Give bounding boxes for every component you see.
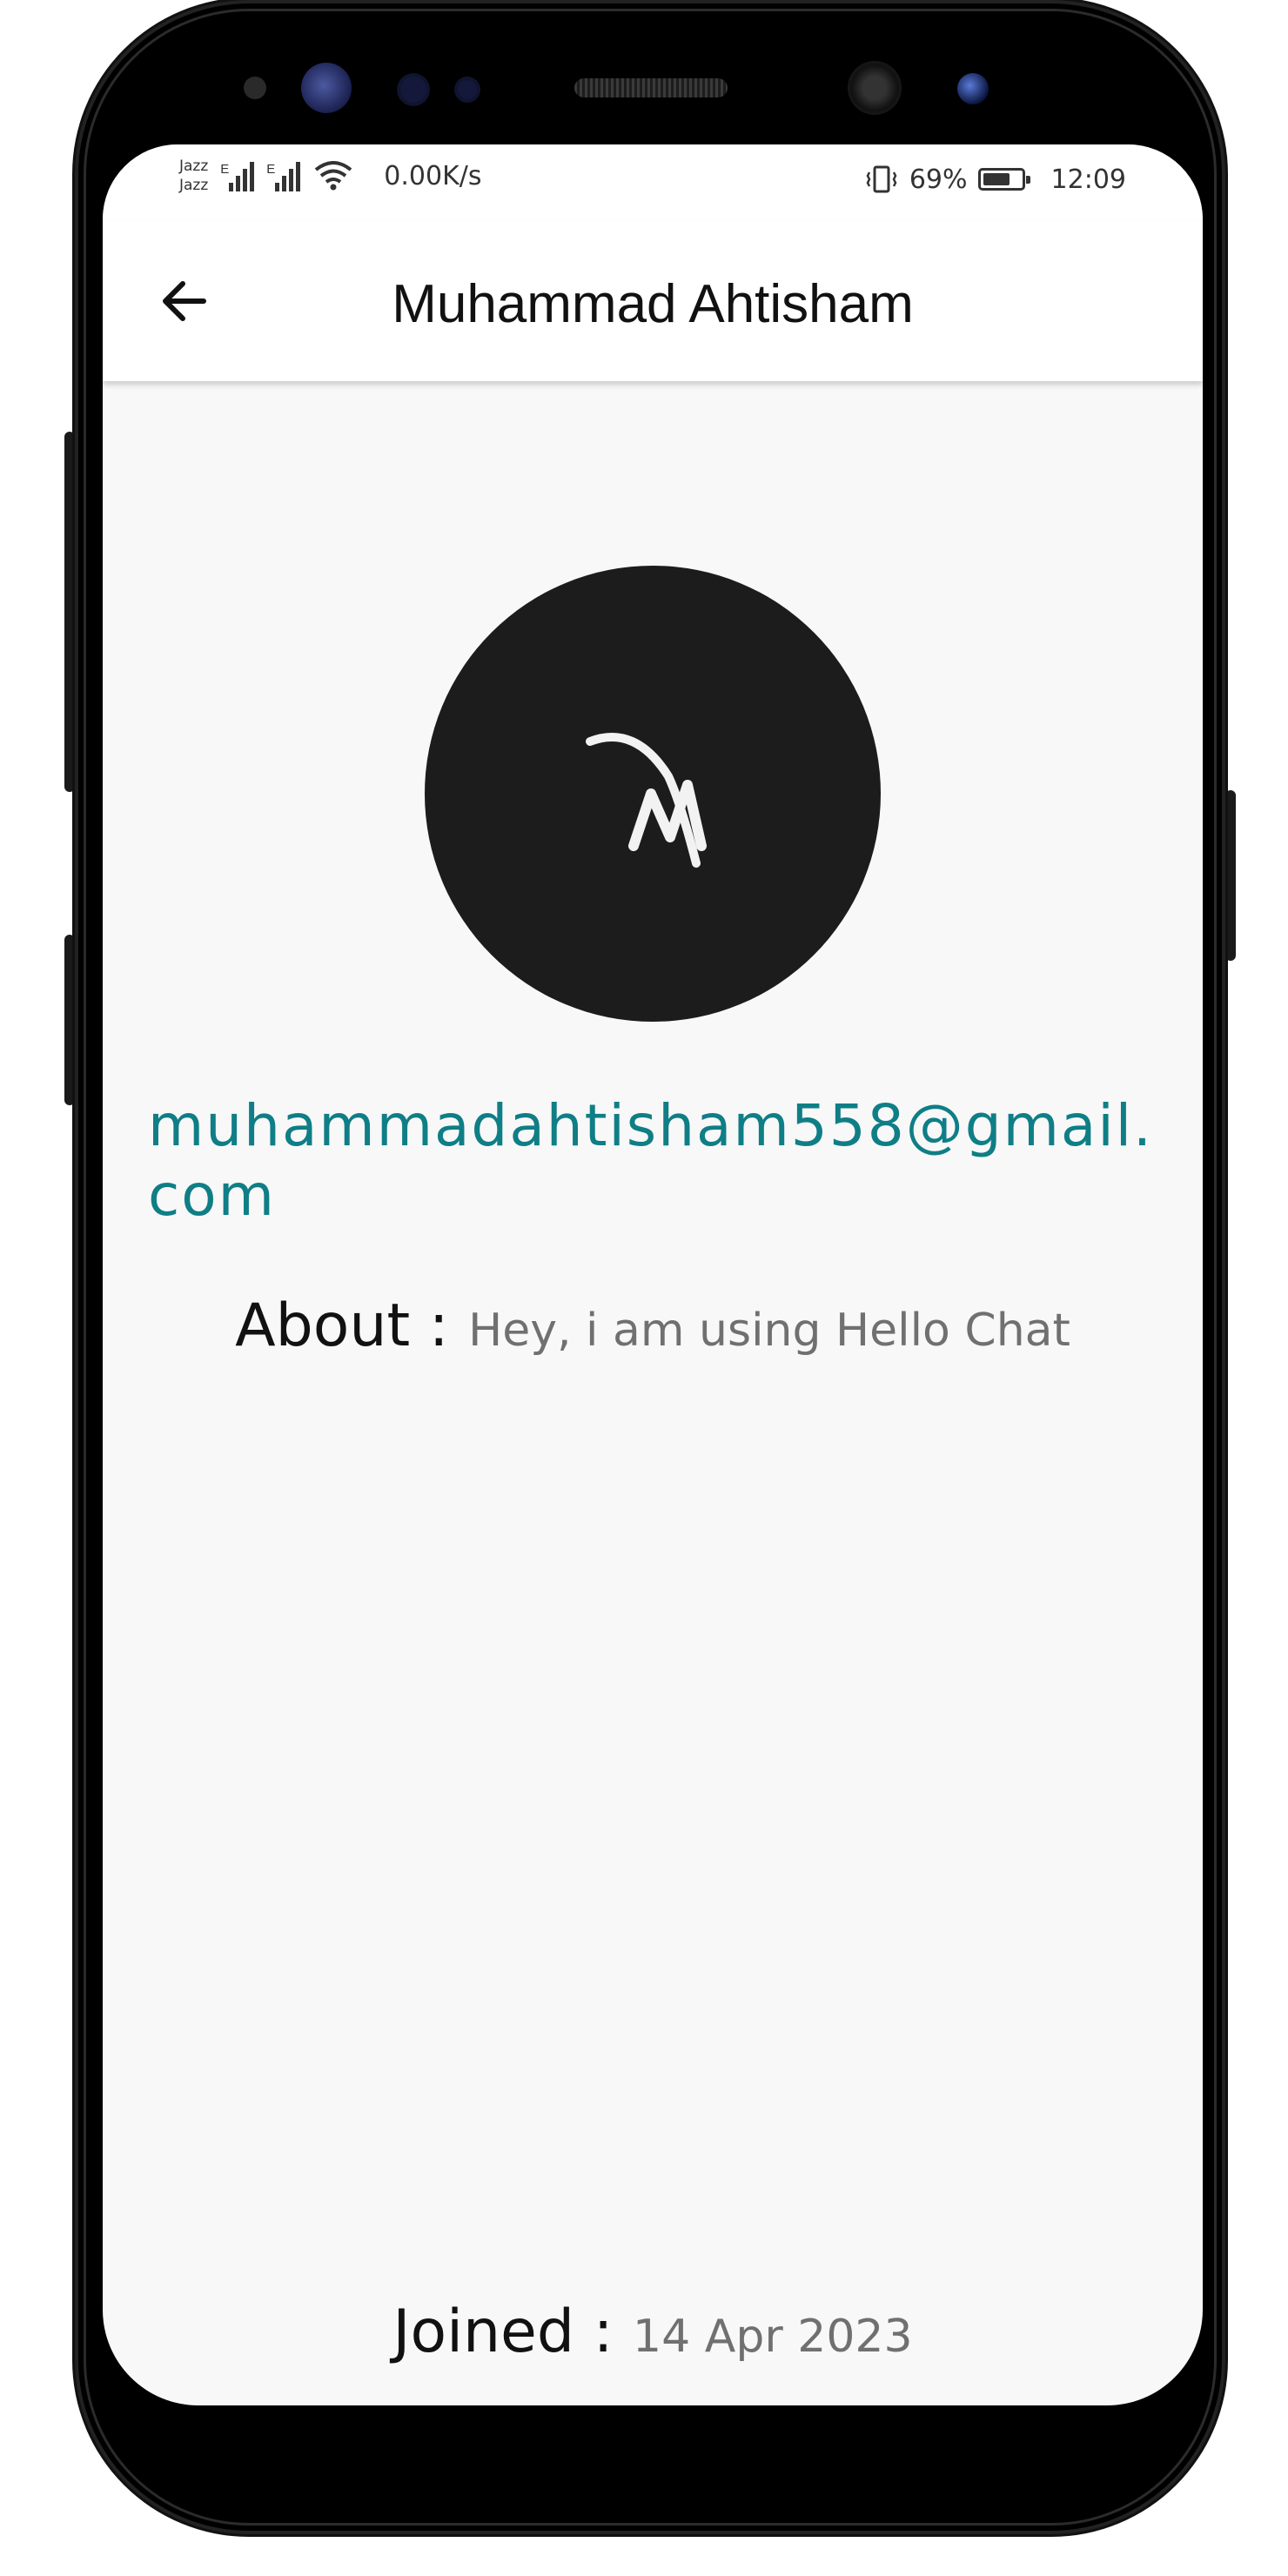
battery-icon: [977, 168, 1030, 191]
signal-1-icon: E: [220, 160, 255, 191]
ambient-sensor: [458, 80, 477, 99]
page-title: Muhammad Ahtisham: [392, 274, 914, 334]
profile-avatar[interactable]: [425, 566, 881, 1022]
profile-email: muhammadahtisham558@gmail.com: [148, 1092, 1154, 1229]
status-bar-right: 69% 12:09: [864, 164, 1126, 195]
carrier-1-name: Jazz: [179, 158, 209, 175]
light-sensor: [400, 77, 426, 103]
front-camera: [848, 61, 902, 115]
joined-label: Joined :: [392, 2298, 614, 2366]
app-bar: Muhammad Ahtisham: [103, 221, 1203, 381]
phone-power-button: [1225, 790, 1236, 961]
net-type-2: E: [266, 162, 276, 177]
status-bar-left: Jazz Jazz E E 0.00K/s: [179, 157, 482, 195]
about-value: Hey, i am using Hello Chat: [468, 1305, 1070, 1357]
proximity-sensor: [244, 77, 266, 99]
earpiece-speaker: [574, 78, 728, 97]
phone-volume-up-button: [64, 432, 75, 792]
joined-value: 14 Apr 2023: [633, 2311, 913, 2363]
carrier-2-name: Jazz: [179, 177, 209, 194]
wifi-icon: [315, 161, 352, 191]
avatar-logo-icon: [586, 733, 707, 868]
battery-percent: 69%: [909, 164, 968, 195]
vibrate-icon: [866, 165, 897, 193]
about-row: About : Hey, i am using Hello Chat: [103, 1291, 1203, 1360]
iris-scanner: [301, 63, 352, 113]
about-label: About :: [235, 1291, 449, 1360]
clock: 12:09: [1050, 164, 1126, 195]
phone-volume-down-button: [64, 935, 75, 1105]
phone-screen: Jazz Jazz E E 0.00K/s 69% 12:09 Muhammad…: [103, 144, 1203, 2405]
signal-2-icon: E: [266, 160, 301, 191]
net-type-1: E: [220, 162, 230, 177]
status-bar: Jazz Jazz E E 0.00K/s 69% 12:09: [103, 144, 1203, 221]
network-speed: 0.00K/s: [384, 160, 482, 191]
joined-row: Joined : 14 Apr 2023: [103, 2298, 1203, 2366]
carrier-names: Jazz Jazz: [179, 157, 208, 195]
iris-led: [957, 73, 989, 104]
